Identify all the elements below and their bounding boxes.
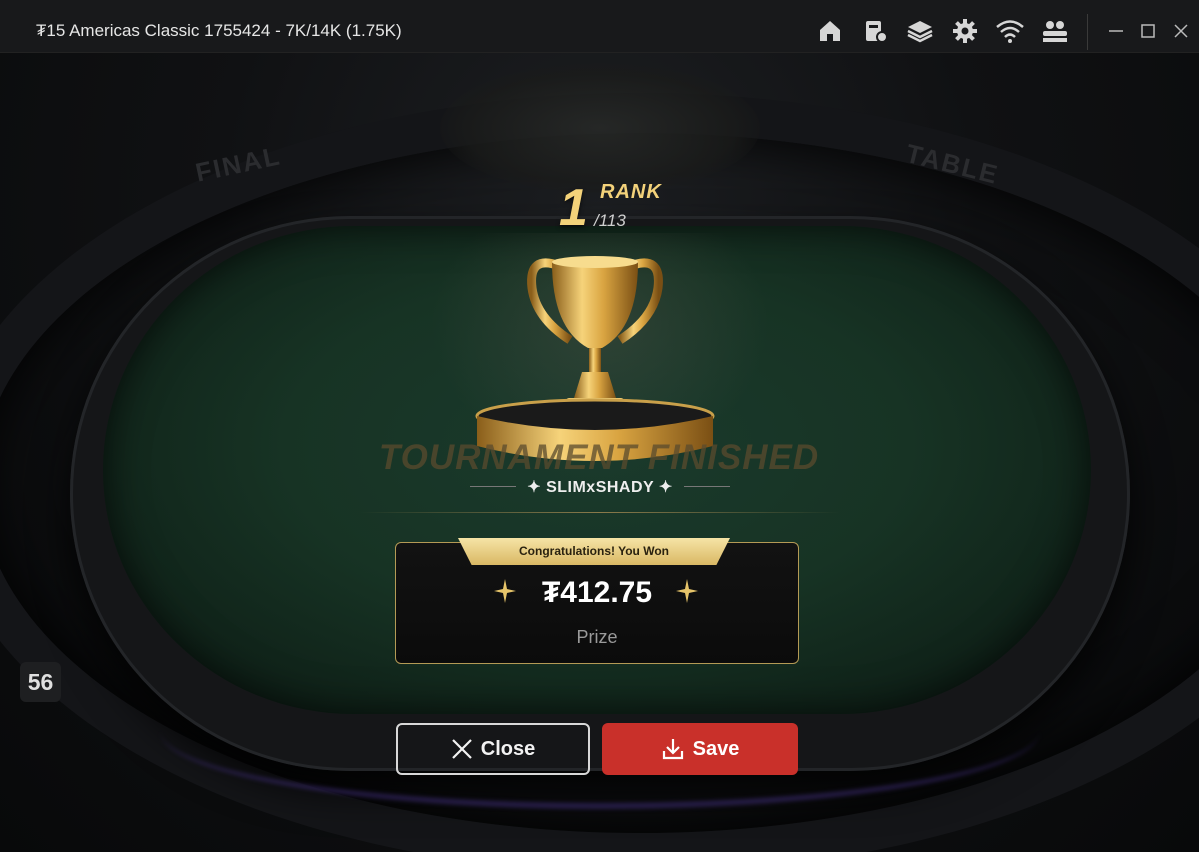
gold-divider (360, 512, 840, 513)
rank-label: RANK (600, 181, 662, 203)
wifi-icon[interactable] (995, 16, 1025, 46)
maximize-icon[interactable] (1137, 20, 1159, 42)
sparkle-icon (676, 579, 698, 603)
save-button-label: Save (692, 737, 740, 760)
congratulations-banner: Congratulations! You Won (458, 538, 730, 565)
layers-icon[interactable] (905, 16, 935, 46)
home-icon[interactable] (815, 16, 845, 46)
player-name-row: ✦ SLIMxSHADY ✦ (470, 476, 730, 498)
trophy-icon (475, 256, 715, 461)
close-icon[interactable] (1170, 20, 1192, 42)
window-title: ₮15 Americas Classic 1755424 - 7K/14K (1… (36, 21, 402, 40)
player-name: ✦ SLIMxSHADY ✦ (527, 479, 673, 496)
close-button-label: Close (480, 737, 536, 760)
close-button[interactable]: Close (396, 723, 590, 775)
money-pile-image (440, 63, 760, 193)
cashier-icon[interactable] (860, 16, 890, 46)
minimize-icon[interactable] (1105, 20, 1127, 42)
save-button[interactable]: Save (602, 723, 798, 775)
settings-icon[interactable] (950, 16, 980, 46)
close-x-icon (451, 739, 472, 759)
prize-amount: ₮412.75 (541, 576, 653, 609)
rank-number: 1 (559, 179, 588, 237)
players-icon[interactable] (1040, 16, 1070, 46)
rank-total: /113 (594, 211, 626, 230)
count-badge: 56 (20, 662, 61, 702)
prize-label: Prize (576, 627, 618, 647)
download-icon (662, 739, 683, 760)
title-bar: ₮15 Americas Classic 1755424 - 7K/14K (1… (0, 0, 1199, 53)
tournament-finished-text: TOURNAMENT FINISHED (378, 438, 820, 477)
prize-card: Congratulations! You Won ₮412.75 Prize (395, 538, 799, 664)
divider-right (684, 486, 730, 487)
game-scene: FINAL TABLE 1 RANK /113 TOURNAMENT FINIS… (0, 53, 1199, 852)
toolbar-separator (1087, 14, 1088, 50)
